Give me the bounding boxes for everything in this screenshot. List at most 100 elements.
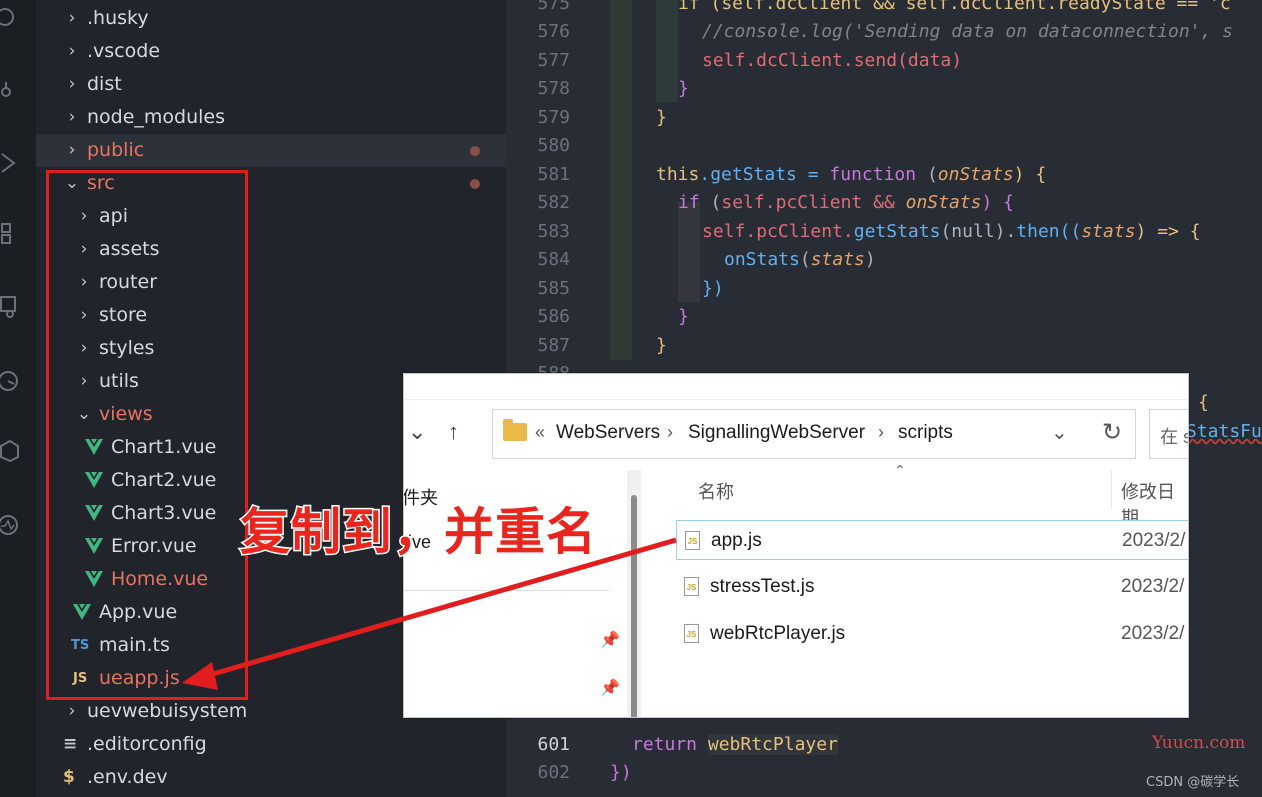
env-file-icon: $ — [63, 767, 75, 787]
file-date: 2023/2/ — [1121, 576, 1185, 597]
tree-item-label: public — [87, 139, 145, 161]
file-row-app-js[interactable]: JS app.js 2023/2/ — [676, 520, 1188, 560]
refresh-icon[interactable]: ↻ — [1102, 418, 1122, 447]
code-line: StatsFu — [1186, 421, 1262, 442]
line-number: 578 — [537, 78, 570, 99]
indent-guide — [656, 0, 678, 102]
pin-icon[interactable]: 📌 — [600, 678, 620, 698]
chevron-right-icon: › — [68, 140, 76, 160]
line-number: 584 — [537, 249, 570, 270]
up-arrow-icon[interactable]: ↑ — [448, 419, 459, 445]
tree-item-editorconfig[interactable]: ≡ .editorconfig — [36, 728, 506, 761]
sort-up-chevron-icon[interactable]: ⌃ — [894, 462, 906, 479]
file-name: webRtcPlayer.js — [710, 623, 846, 644]
line-number: 581 — [537, 164, 570, 185]
code-line: this.getStats = function (onStats) { — [656, 164, 1047, 185]
code-line: self.dcClient.send(data) — [702, 50, 963, 71]
code-line: } — [656, 335, 667, 356]
chevron-right-icon: › — [68, 74, 76, 94]
explorer-icon[interactable] — [0, 6, 22, 28]
js-file-icon: JS — [684, 624, 699, 643]
tree-item-husky[interactable]: › .husky — [36, 2, 506, 35]
watermark-author: CSDN @碳学长 — [1146, 775, 1240, 790]
address-bar[interactable]: « WebServers › SignallingWebServer › scr… — [492, 409, 1136, 459]
line-number: 577 — [537, 50, 570, 71]
indent-guide — [610, 0, 632, 360]
chevron-right-icon: › — [68, 107, 76, 127]
source-control-icon[interactable] — [0, 80, 22, 102]
file-name: app.js — [711, 530, 762, 551]
tree-item-dist[interactable]: › dist — [36, 68, 506, 101]
code-line: //console.log('Sending data on dataconne… — [702, 21, 1234, 42]
column-header-name[interactable]: 名称 — [698, 478, 734, 504]
indent-guide — [678, 202, 700, 302]
breadcrumb-webservers[interactable]: WebServers — [556, 422, 660, 444]
js-file-icon: JS — [685, 531, 700, 550]
column-divider[interactable] — [1111, 470, 1112, 510]
timeline-icon[interactable] — [0, 370, 22, 392]
js-file-icon: JS — [684, 577, 699, 596]
line-number: 583 — [537, 221, 570, 242]
nav-scrollbar[interactable] — [627, 470, 641, 717]
tree-item-label: .vscode — [87, 40, 161, 62]
watermark-site: Yuucn.com — [1152, 733, 1246, 753]
code-line: return webRtcPlayer — [632, 734, 838, 755]
line-number: 587 — [537, 335, 570, 356]
chevron-down-icon[interactable]: ⌄ — [1051, 420, 1068, 445]
code-line: onStats(stats) — [724, 249, 876, 270]
code-line: } — [678, 78, 689, 99]
line-number: 601 — [537, 734, 570, 755]
code-line: }) — [702, 278, 724, 299]
breadcrumb-scripts[interactable]: scripts — [898, 422, 953, 444]
tree-item-node-modules[interactable]: › node_modules — [36, 101, 506, 134]
tree-item-label: dist — [87, 73, 122, 95]
file-row-stresstest-js[interactable]: JS stressTest.js 2023/2/ — [676, 567, 1188, 607]
config-file-icon: ≡ — [63, 734, 78, 754]
tree-item-public[interactable]: › public — [36, 134, 506, 167]
breadcrumb-signallingwebserver[interactable]: SignallingWebServer — [688, 422, 865, 444]
code-line: if (self.pcClient && onStats) { — [678, 192, 1014, 213]
code-line: { — [1198, 392, 1209, 413]
code-line: self.pcClient.getStats(null).then((stats… — [702, 221, 1201, 242]
chevron-right-icon: › — [68, 41, 76, 61]
tree-item-label: node_modules — [87, 106, 226, 128]
scroll-thumb[interactable] — [631, 495, 637, 717]
file-date: 2023/2/ — [1121, 623, 1185, 644]
line-number: 602 — [537, 762, 570, 783]
line-number: 579 — [537, 107, 570, 128]
line-number: 575 — [537, 0, 570, 14]
tree-item-env-dev[interactable]: $ .env.dev — [36, 761, 506, 794]
code-line: } — [678, 306, 689, 327]
line-number: 576 — [537, 21, 570, 42]
chevron-right-icon[interactable]: › — [667, 422, 673, 443]
modified-dot — [470, 146, 480, 156]
extensions-icon[interactable] — [0, 222, 22, 244]
recent-locations-chevron-icon[interactable]: ⌄ — [408, 419, 426, 445]
activity-bar — [0, 0, 36, 797]
file-row-webrtcplayer-js[interactable]: JS webRtcPlayer.js 2023/2/ — [676, 614, 1188, 654]
run-debug-icon[interactable] — [0, 152, 22, 174]
tree-item-label: .env.dev — [87, 766, 168, 788]
folder-icon — [503, 419, 527, 441]
search-placeholder: 在 s — [1160, 427, 1189, 447]
breadcrumb-overflow[interactable]: « — [535, 422, 545, 443]
remote-explorer-icon[interactable] — [0, 296, 22, 318]
annotation-text: 复制到，并重名 — [239, 502, 598, 563]
chevron-right-icon[interactable]: › — [878, 422, 884, 443]
line-number: 580 — [537, 135, 570, 156]
chevron-right-icon: › — [68, 8, 76, 28]
pulse-icon[interactable] — [0, 514, 22, 536]
tree-item-vscode[interactable]: › .vscode — [36, 35, 506, 68]
package-icon[interactable] — [0, 440, 22, 462]
tree-item-label: .editorconfig — [87, 733, 207, 755]
nav-divider — [404, 590, 609, 591]
file-name: stressTest.js — [710, 576, 815, 597]
file-date: 2023/2/ — [1122, 530, 1186, 551]
code-line: }) — [610, 762, 632, 783]
modified-dot — [470, 179, 480, 189]
search-box[interactable]: 在 s — [1149, 409, 1189, 459]
code-line: } — [656, 107, 667, 128]
pin-icon[interactable]: 📌 — [600, 630, 620, 650]
tree-item-label: .husky — [87, 7, 149, 29]
src-highlight-box — [46, 170, 248, 700]
